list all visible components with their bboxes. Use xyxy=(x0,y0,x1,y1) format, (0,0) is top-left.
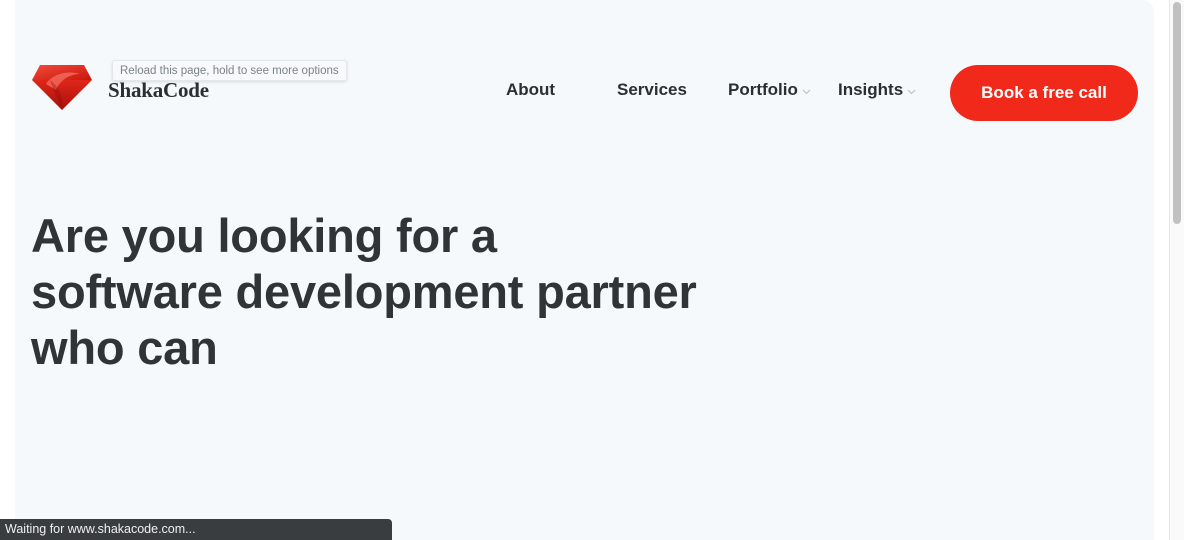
nav-item-label: Insights xyxy=(838,80,904,99)
book-free-call-button[interactable]: Book a free call xyxy=(950,65,1138,121)
nav-item-services[interactable]: Services xyxy=(617,80,687,100)
page-container: ShakaCode Reload this page, hold to see … xyxy=(15,0,1154,540)
hero-heading: Are you looking for a software developme… xyxy=(31,208,731,376)
nav-item-insights[interactable]: Insights xyxy=(838,80,916,100)
vertical-scrollbar[interactable] xyxy=(1169,0,1184,540)
hero-line: Are you looking for a xyxy=(31,209,497,262)
scrollbar-thumb[interactable] xyxy=(1173,2,1181,224)
nav-item-label: Portfolio xyxy=(728,80,798,99)
nav-item-label: Services xyxy=(617,80,687,99)
chevron-down-icon xyxy=(802,89,811,94)
hero-line: software development partner xyxy=(31,265,697,318)
reload-tooltip: Reload this page, hold to see more optio… xyxy=(112,60,347,81)
nav-item-portfolio[interactable]: Portfolio xyxy=(728,80,811,100)
browser-status-bar: Waiting for www.shakacode.com... xyxy=(0,519,392,540)
nav-item-about[interactable]: About xyxy=(506,80,555,100)
chevron-down-icon xyxy=(907,89,916,94)
hero-line: who can xyxy=(31,321,218,374)
nav-item-label: About xyxy=(506,80,556,99)
